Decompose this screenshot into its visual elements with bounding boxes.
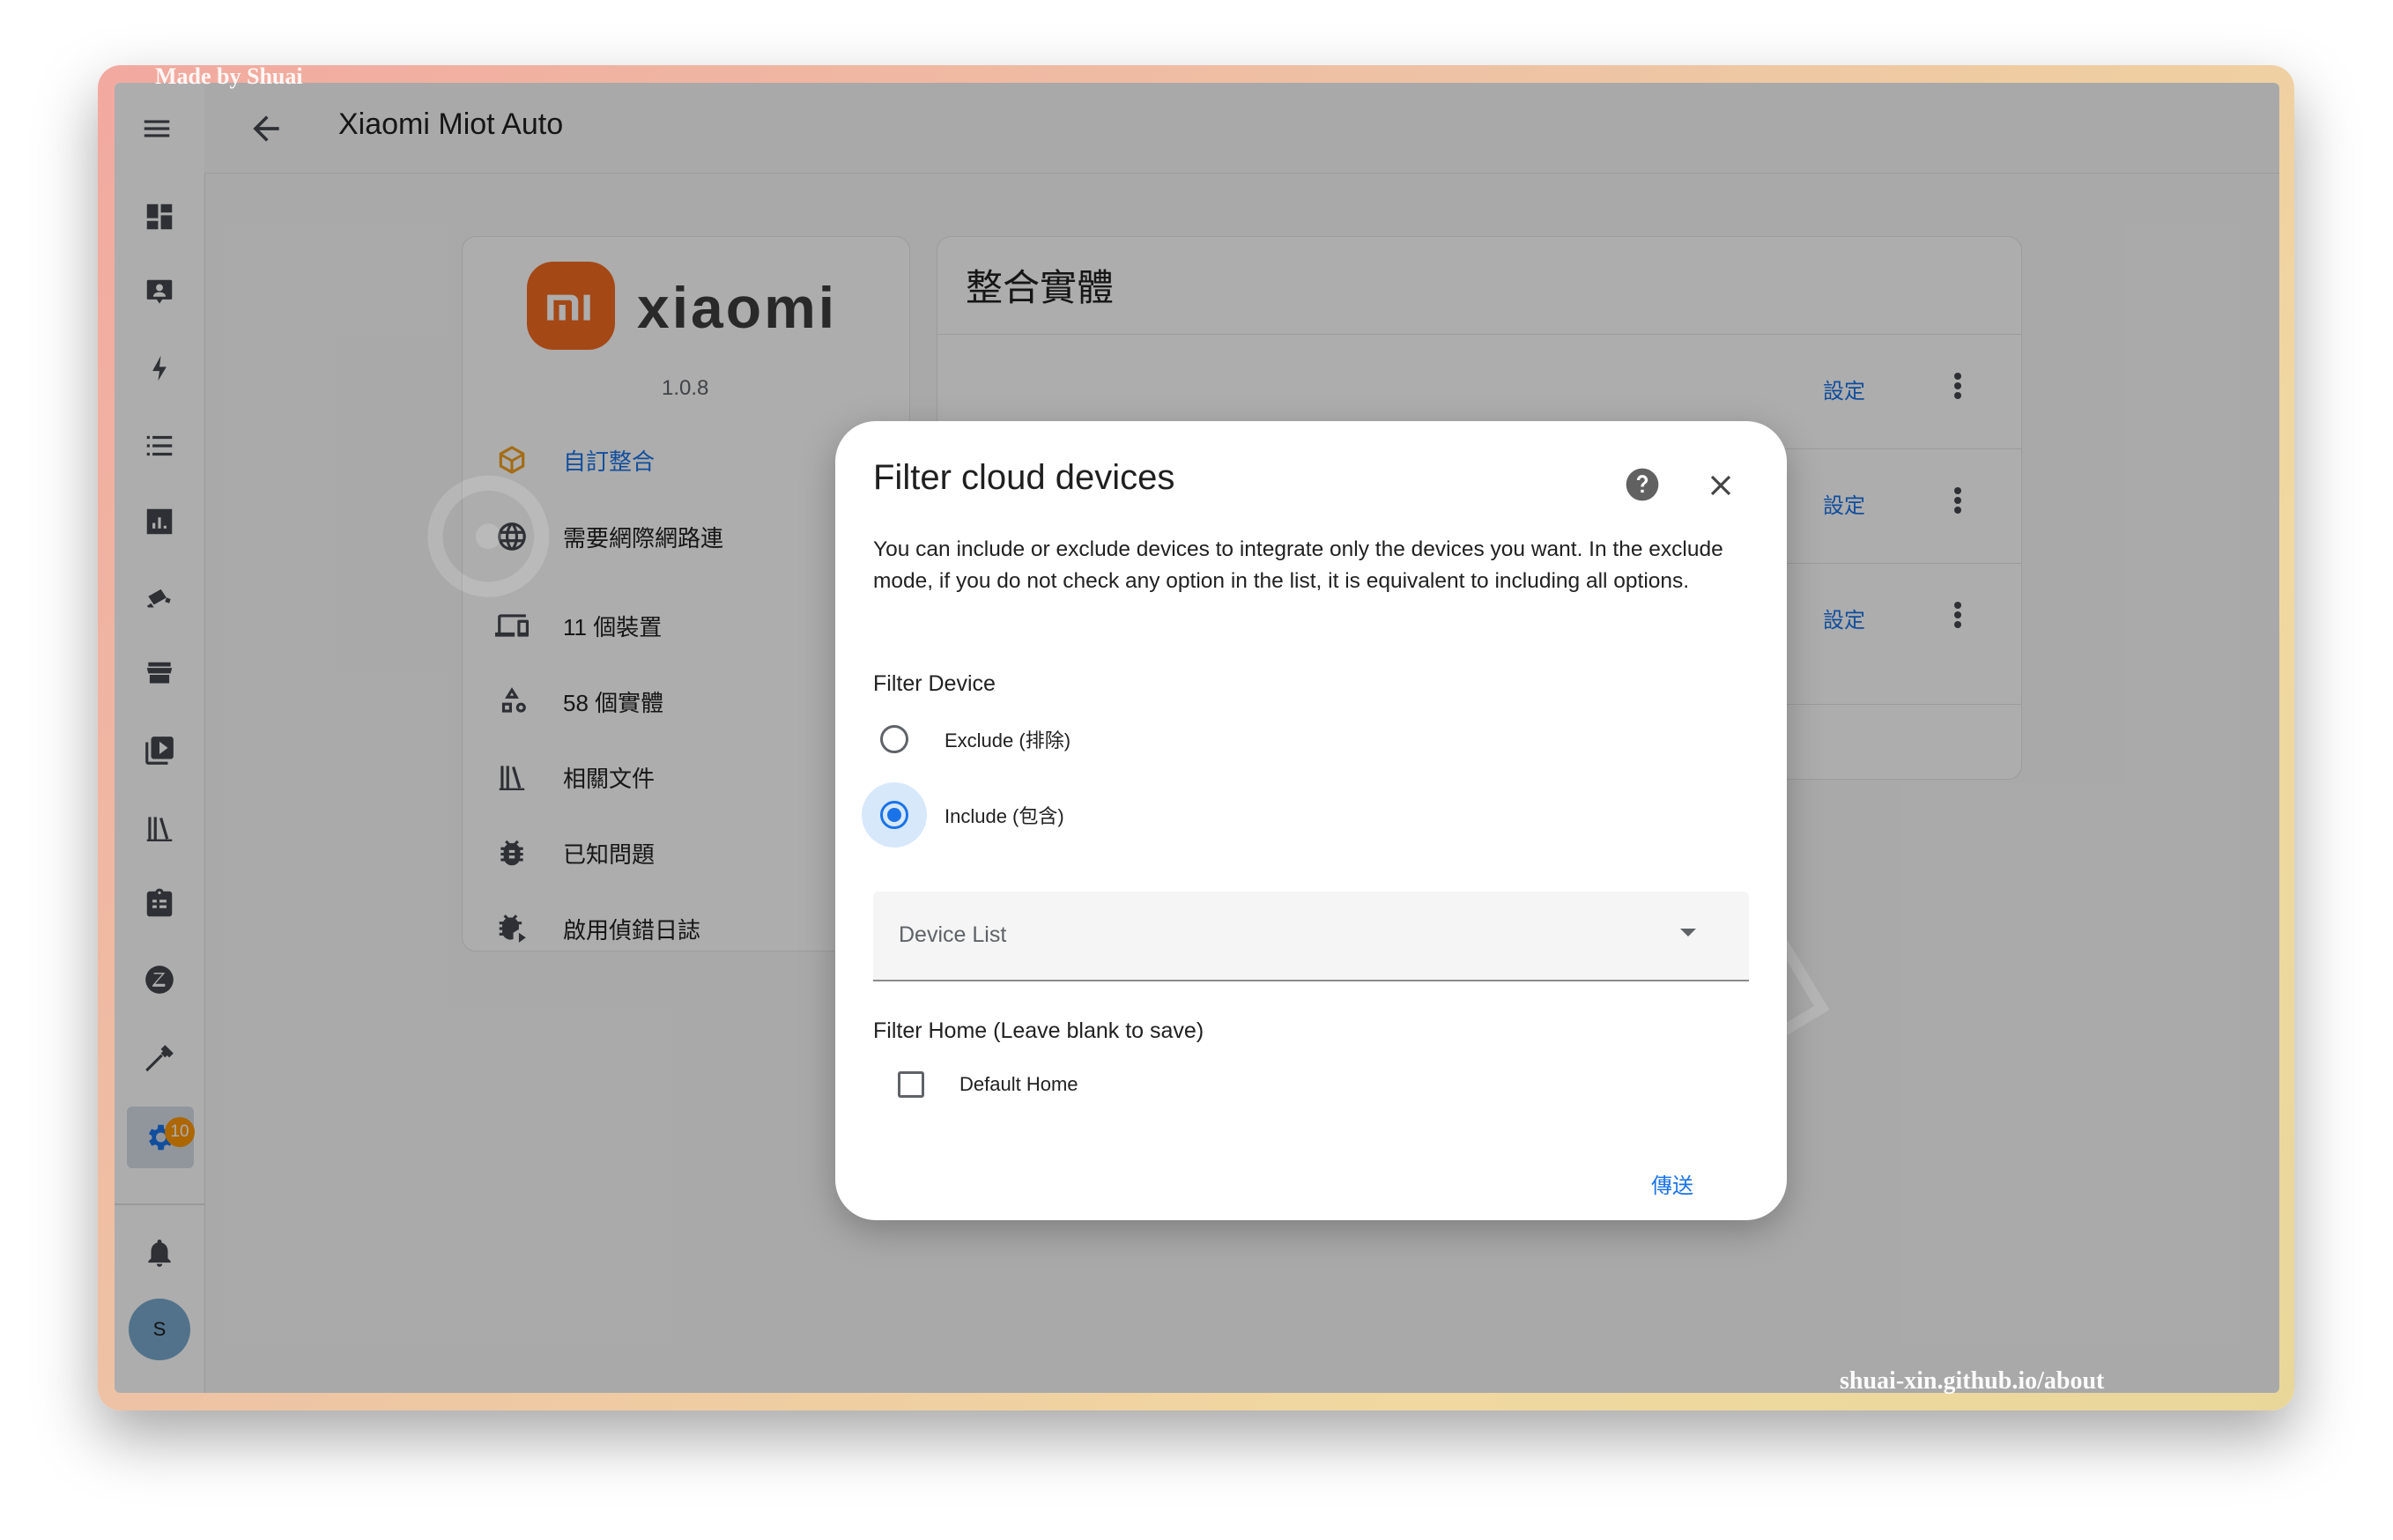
dialog-title: Filter cloud devices xyxy=(873,458,1175,497)
radio-include[interactable]: Include (包含) xyxy=(862,782,1064,848)
filter-home-label: Filter Home (Leave blank to save) xyxy=(873,1018,1204,1043)
default-home-checkbox[interactable] xyxy=(898,1071,924,1098)
filter-dialog: Filter cloud devices You can include or … xyxy=(835,421,1787,1220)
device-list-select[interactable]: Device List xyxy=(873,892,1749,981)
default-home-option[interactable]: Default Home xyxy=(898,1071,1078,1098)
checkbox-label: Default Home xyxy=(959,1073,1078,1095)
radio-circle[interactable] xyxy=(880,725,908,753)
close-icon[interactable] xyxy=(1704,469,1737,502)
dropdown-arrow-icon xyxy=(1680,929,1696,937)
filter-device-label: Filter Device xyxy=(873,671,996,696)
watermark-top: Made by Shuai xyxy=(155,63,303,89)
watermark-bottom: shuai-xin.github.io/about xyxy=(1840,1367,2105,1395)
help-icon[interactable] xyxy=(1625,467,1660,502)
app-screen: 10 S Xiaomi Miot Auto xiaomi 1.0.8 自訂整合 … xyxy=(115,83,2279,1393)
select-label: Device List xyxy=(899,922,1007,947)
radio-dot xyxy=(887,808,901,822)
submit-button[interactable]: 傳送 xyxy=(1651,1168,1693,1199)
radio-circle[interactable] xyxy=(880,801,908,829)
radio-halo xyxy=(862,707,927,772)
radio-exclude[interactable]: Exclude (排除) xyxy=(878,710,1071,768)
radio-halo xyxy=(862,782,927,848)
dialog-description: You can include or exclude devices to in… xyxy=(873,537,1723,593)
radio-label: Include (包含) xyxy=(945,805,1064,827)
radio-label: Exclude (排除) xyxy=(945,729,1071,751)
